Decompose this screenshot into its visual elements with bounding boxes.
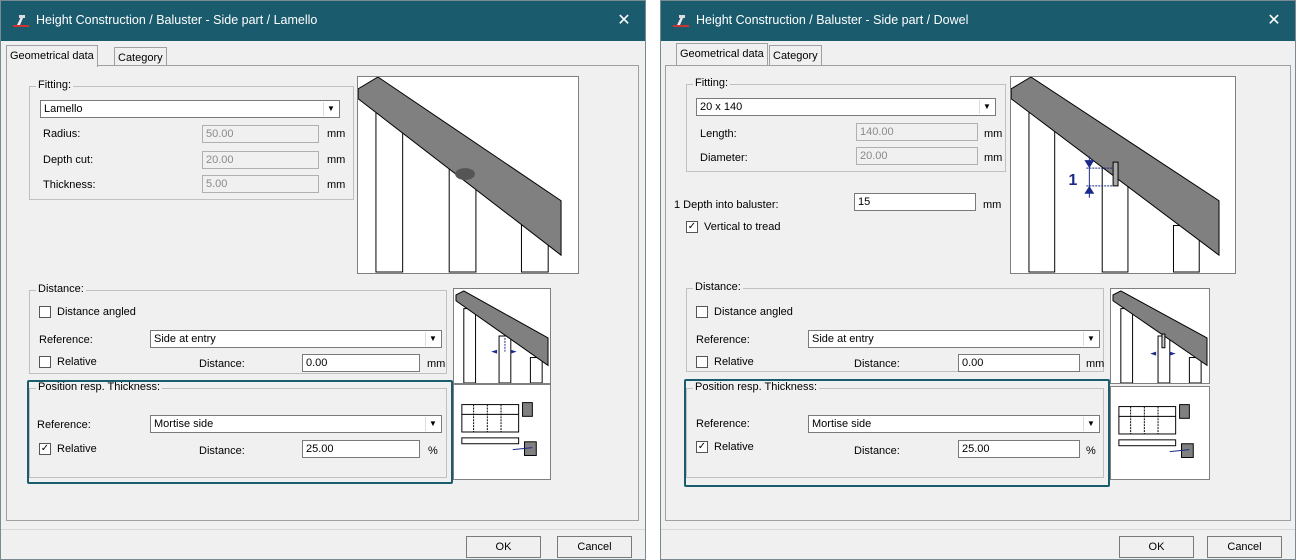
title-bar: Height Construction / Baluster - Side pa… (661, 1, 1295, 41)
fitting-select[interactable]: Lamello ▼ (40, 100, 340, 118)
distance-field[interactable]: 0.00 (302, 354, 420, 372)
depth-into-label: 1 Depth into baluster: (674, 199, 779, 211)
figure-marker-label: 1 (1069, 172, 1078, 189)
ok-button[interactable]: OK (1119, 536, 1194, 558)
distance-label: Distance: (854, 358, 900, 370)
radius-label: Radius: (43, 128, 81, 140)
highlight-position-group (684, 379, 1110, 487)
cancel-button[interactable]: Cancel (1207, 536, 1282, 558)
lamello-figure (357, 76, 579, 274)
thickness-unit: mm (327, 179, 346, 191)
distance-reference-value: Side at entry (812, 333, 874, 345)
depth-cut-field[interactable]: 20.00 (202, 151, 319, 169)
distance-angled-label: Distance angled (714, 306, 793, 318)
distance-unit: mm (1086, 358, 1105, 370)
window-title: Height Construction / Baluster - Side pa… (36, 13, 318, 27)
app-icon (13, 15, 29, 27)
ok-button[interactable]: OK (466, 536, 541, 558)
distance-angled-label: Distance angled (57, 306, 136, 318)
tab-geometrical-data[interactable]: Geometrical data (6, 45, 98, 67)
thickness-figure (453, 384, 551, 480)
depth-into-unit: mm (983, 199, 1002, 211)
thickness-figure (1110, 386, 1210, 480)
chevron-down-icon[interactable]: ▼ (323, 102, 338, 116)
fitting-group-label: Fitting: (693, 77, 731, 89)
cancel-button[interactable]: Cancel (557, 536, 632, 558)
distance-field[interactable]: 0.00 (958, 354, 1080, 372)
thickness-field[interactable]: 5.00 (202, 175, 319, 193)
highlight-position-group (27, 380, 453, 484)
diameter-unit: mm (984, 152, 1003, 164)
dowel-figure: 1 (1010, 76, 1236, 274)
distance-group-label: Distance: (36, 283, 86, 295)
tab-category[interactable]: Category (114, 47, 167, 67)
vertical-to-tread-checkbox[interactable]: ✓ (686, 221, 698, 233)
footer-separator (661, 529, 1295, 530)
footer-separator (1, 529, 645, 530)
depth-into-field[interactable]: 15 (854, 193, 976, 211)
distance-relative-checkbox[interactable] (696, 356, 708, 368)
app-icon (673, 15, 689, 27)
fitting-group-label: Fitting: (36, 79, 74, 91)
distance-relative-label: Relative (57, 356, 97, 368)
depth-cut-label: Depth cut: (43, 154, 94, 166)
dialog-dowel: Height Construction / Baluster - Side pa… (660, 0, 1296, 560)
radius-field[interactable]: 50.00 (202, 125, 319, 143)
chevron-down-icon[interactable]: ▼ (1083, 332, 1098, 346)
distance-unit: mm (427, 358, 446, 370)
fitting-select-value: Lamello (44, 103, 83, 115)
diameter-label: Diameter: (700, 152, 748, 164)
distance-reference-label: Reference: (39, 334, 93, 346)
fitting-select[interactable]: 20 x 140 ▼ (696, 98, 996, 116)
chevron-down-icon[interactable]: ▼ (425, 332, 440, 346)
window-title: Height Construction / Baluster - Side pa… (696, 13, 969, 27)
distance-relative-checkbox[interactable] (39, 356, 51, 368)
fitting-select-value: 20 x 140 (700, 101, 743, 113)
distance-figure (1110, 288, 1210, 384)
tab-geometrical-data[interactable]: Geometrical data (676, 43, 768, 65)
distance-reference-label: Reference: (696, 334, 750, 346)
distance-reference-value: Side at entry (154, 333, 216, 345)
close-icon[interactable]: ✕ (611, 9, 637, 33)
radius-unit: mm (327, 128, 346, 140)
distance-figure (453, 288, 551, 384)
dialog-lamello: Height Construction / Baluster - Side pa… (0, 0, 646, 560)
vertical-to-tread-label: Vertical to tread (704, 221, 781, 233)
diameter-field[interactable]: 20.00 (856, 147, 978, 165)
depth-cut-unit: mm (327, 154, 346, 166)
distance-group-label: Distance: (693, 281, 743, 293)
distance-reference-select[interactable]: Side at entry ▼ (808, 330, 1100, 348)
chevron-down-icon[interactable]: ▼ (979, 100, 994, 114)
distance-reference-select[interactable]: Side at entry ▼ (150, 330, 442, 348)
tab-category[interactable]: Category (769, 45, 822, 65)
thickness-label: Thickness: (43, 179, 96, 191)
distance-relative-label: Relative (714, 356, 754, 368)
length-label: Length: (700, 128, 737, 140)
length-field[interactable]: 140.00 (856, 123, 978, 141)
close-icon[interactable]: ✕ (1261, 9, 1287, 33)
distance-angled-checkbox[interactable] (39, 306, 51, 318)
length-unit: mm (984, 128, 1003, 140)
distance-label: Distance: (199, 358, 245, 370)
title-bar: Height Construction / Baluster - Side pa… (1, 1, 645, 41)
distance-angled-checkbox[interactable] (696, 306, 708, 318)
